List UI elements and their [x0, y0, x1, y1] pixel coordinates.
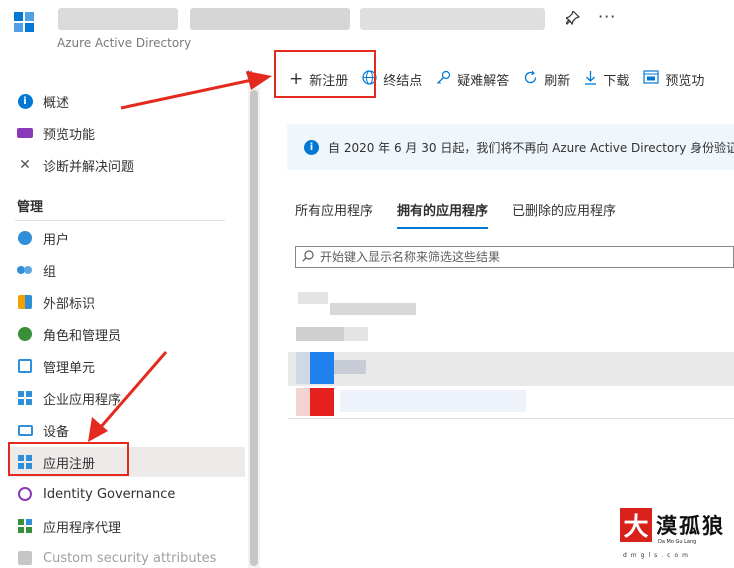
admin-unit-icon: [18, 359, 32, 373]
blurred-text: [330, 303, 416, 315]
sidebar-item-label: 管理单元: [43, 360, 96, 376]
sidebar-item-users[interactable]: 用户: [8, 223, 245, 253]
download-icon: [584, 70, 597, 89]
preview-features-button[interactable]: 预览功: [643, 70, 704, 89]
highlight-new-registration: [274, 50, 376, 98]
identity-governance-icon: [18, 487, 32, 501]
blurred-text: [296, 327, 344, 341]
security-attributes-icon: [18, 551, 32, 565]
pin-icon[interactable]: [564, 9, 581, 29]
watermark-text: 漠孤狼: [656, 513, 725, 538]
info-banner: i 自 2020 年 6 月 30 日起，我们将不再向 Azure Active…: [287, 124, 734, 170]
tab-owned-applications[interactable]: 拥有的应用程序: [397, 200, 489, 229]
search-icon: [302, 249, 314, 265]
watermark-subtext: Da Mo Gu Lang: [658, 539, 697, 545]
endpoints-label: 终结点: [383, 73, 423, 89]
watermark-logo: 大 漠孤狼 Da Mo Gu Lang dmgls.com: [620, 508, 732, 566]
app-tabs: 所有应用程序 拥有的应用程序 已删除的应用程序: [295, 200, 640, 229]
sidebar-item-identity-governance[interactable]: Identity Governance: [8, 479, 245, 509]
tab-all-applications[interactable]: 所有应用程序: [295, 200, 373, 229]
app-avatar-blue: [310, 352, 334, 384]
blurred-text: [298, 292, 328, 304]
sidebar-item-label: 诊断并解决问题: [43, 159, 135, 175]
wrench-icon: ✕: [19, 157, 31, 173]
blurred-title-2: [190, 8, 350, 30]
section-label-manage: 管理: [17, 200, 44, 215]
sidebar-item-preview-features[interactable]: 预览功能: [8, 118, 245, 148]
user-icon: [18, 231, 32, 245]
app-proxy-icon: [18, 519, 32, 533]
device-icon: [17, 424, 33, 436]
enterprise-app-icon: [18, 391, 32, 405]
sidebar-item-label: 预览功能: [43, 127, 96, 143]
sidebar-item-label: 概述: [43, 95, 70, 111]
blurred-title-3: [360, 8, 545, 30]
sidebar-item-roles[interactable]: 角色和管理员: [8, 319, 245, 349]
blurred-avatar-edge: [296, 388, 310, 416]
tab-deleted-applications[interactable]: 已删除的应用程序: [512, 200, 616, 229]
key-icon: [436, 70, 451, 89]
preview-icon: [17, 128, 33, 138]
highlight-app-registrations: [8, 442, 129, 476]
sidebar-item-label: 角色和管理员: [43, 328, 122, 344]
sidebar-item-label: Custom security attributes: [43, 550, 217, 566]
blurred-avatar-edge: [296, 352, 310, 384]
search-box[interactable]: [295, 246, 734, 268]
role-icon: [18, 327, 32, 341]
blurred-link[interactable]: [340, 390, 526, 412]
banner-text: 自 2020 年 6 月 30 日起，我们将不再向 Azure Active D…: [328, 140, 734, 155]
sidebar-item-label: 应用程序代理: [43, 520, 122, 536]
sidebar-item-label: 外部标识: [43, 296, 96, 312]
preview-window-icon: [643, 70, 659, 88]
troubleshoot-label: 疑难解答: [457, 73, 510, 89]
sidebar-scrollbar[interactable]: [248, 88, 260, 568]
download-button[interactable]: 下载: [584, 70, 629, 89]
refresh-icon: [523, 70, 538, 89]
blurred-text: [344, 327, 368, 341]
section-divider: [15, 220, 225, 221]
troubleshoot-button[interactable]: 疑难解答: [436, 70, 509, 89]
external-identity-icon: [18, 295, 32, 309]
info-icon: i: [17, 93, 33, 109]
sidebar-item-enterprise-apps[interactable]: 企业应用程序: [8, 383, 245, 413]
download-label: 下载: [603, 73, 630, 89]
sidebar-item-label: 组: [43, 264, 57, 280]
top-header: Azure Active Directory ···: [0, 0, 734, 56]
app-subtitle: Azure Active Directory: [57, 36, 192, 50]
sidebar-item-devices[interactable]: 设备: [8, 415, 245, 445]
info-icon: i: [304, 139, 319, 155]
row-divider: [288, 418, 734, 419]
preview-features-label: 预览功: [665, 73, 705, 89]
sidebar-item-diagnose[interactable]: ✕ 诊断并解决问题: [8, 150, 245, 180]
search-input[interactable]: [320, 250, 700, 264]
sidebar-item-external-identities[interactable]: 外部标识: [8, 287, 245, 317]
collapse-sidebar-icon[interactable]: «: [245, 66, 253, 81]
blurred-text: [334, 360, 366, 374]
sidebar-item-label: 企业应用程序: [43, 392, 122, 408]
blurred-title-1: [58, 8, 178, 30]
sidebar-item-groups[interactable]: 组: [8, 255, 245, 285]
sidebar-item-label: Identity Governance: [43, 486, 176, 502]
azure-ad-logo-icon: [14, 12, 36, 34]
sidebar-item-label: 用户: [43, 232, 70, 248]
refresh-label: 刷新: [544, 73, 571, 89]
sidebar-item-admin-units[interactable]: 管理单元: [8, 351, 245, 381]
refresh-button[interactable]: 刷新: [523, 70, 570, 89]
app-avatar-red: [310, 388, 334, 416]
sidebar-item-label: 设备: [43, 424, 70, 440]
sidebar-item-custom-security[interactable]: Custom security attributes: [8, 543, 245, 568]
more-options-icon[interactable]: ···: [598, 7, 616, 26]
watermark-mark: 大: [620, 508, 652, 542]
sidebar-item-overview[interactable]: i 概述: [8, 86, 245, 116]
sidebar-item-app-proxy[interactable]: 应用程序代理: [8, 511, 245, 541]
watermark-url: dmgls.com: [623, 552, 692, 559]
group-icon: [17, 264, 33, 277]
